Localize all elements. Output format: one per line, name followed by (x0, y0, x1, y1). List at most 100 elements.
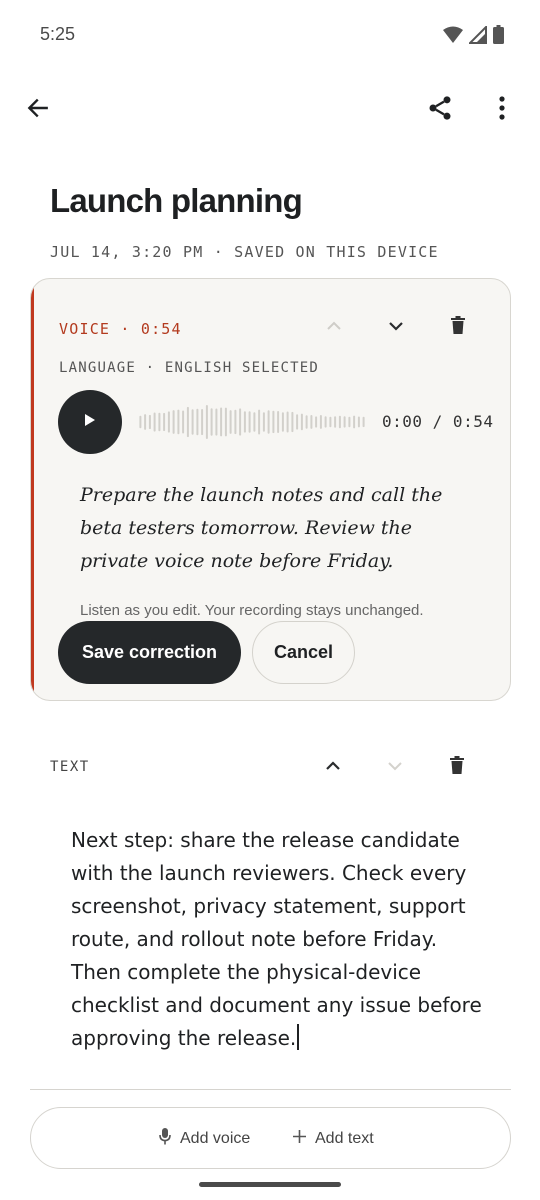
waveform-bar (229, 410, 232, 434)
wifi-icon (443, 26, 463, 49)
play-button[interactable] (58, 390, 122, 454)
waveform-bar (210, 408, 213, 436)
share-icon (426, 94, 454, 127)
waveform-bar (148, 414, 151, 430)
waveform-bar (300, 413, 303, 431)
waveform-bar (239, 408, 242, 436)
delete-voice-button[interactable] (440, 309, 476, 345)
audio-waveform[interactable] (138, 403, 366, 441)
plus-icon (293, 1130, 306, 1148)
chevron-up-icon (325, 758, 341, 776)
delete-text-button[interactable] (439, 749, 475, 785)
text-block-label: TEXT (50, 759, 90, 775)
waveform-bar (224, 407, 227, 437)
add-text-label: Add text (315, 1130, 374, 1147)
waveform-bar (248, 411, 251, 433)
waveform-bar (167, 411, 170, 433)
waveform-bar (205, 405, 208, 439)
waveform-bar (286, 411, 289, 433)
language-selector[interactable]: LANGUAGE · ENGLISH SELECTED (59, 360, 319, 376)
add-voice-button[interactable]: Add voice (159, 1108, 250, 1170)
save-correction-button[interactable]: Save correction (58, 621, 241, 684)
cancel-button[interactable]: Cancel (252, 621, 355, 684)
cellular-signal-icon (467, 24, 487, 49)
more-options-button[interactable] (478, 86, 526, 134)
text-move-down-button[interactable] (377, 749, 413, 785)
text-block-content: Next step: share the release candidate w… (71, 828, 482, 1050)
chevron-up-icon (326, 318, 342, 336)
status-bar: 5:25 (0, 0, 540, 68)
waveform-bar (348, 416, 351, 428)
waveform-bar (362, 416, 365, 428)
back-button[interactable] (14, 86, 62, 134)
waveform-bar (315, 416, 318, 428)
waveform-bar (258, 409, 261, 435)
transcript-editor[interactable]: Prepare the launch notes and call the be… (80, 479, 480, 578)
waveform-bar (177, 409, 180, 435)
move-up-button[interactable] (316, 309, 352, 345)
chevron-down-icon (387, 758, 403, 776)
waveform-bar (234, 409, 237, 435)
trash-icon (450, 755, 464, 779)
waveform-bar (144, 414, 147, 430)
note-title[interactable]: Launch planning (50, 182, 303, 220)
waveform-bar (281, 412, 284, 432)
microphone-icon (159, 1128, 171, 1150)
move-down-button[interactable] (378, 309, 414, 345)
waveform-bar (291, 411, 294, 433)
play-icon (84, 413, 96, 432)
waveform-bar (357, 416, 360, 428)
waveform-bar (296, 414, 299, 430)
text-move-up-button[interactable] (315, 749, 351, 785)
waveform-bar (310, 415, 313, 429)
top-app-bar (0, 80, 540, 140)
waveform-bar (267, 410, 270, 434)
share-button[interactable] (416, 86, 464, 134)
add-block-bar: Add voice Add text (30, 1107, 511, 1169)
waveform-bar (343, 416, 346, 428)
waveform-bar (196, 408, 199, 436)
battery-icon (493, 25, 504, 49)
waveform-bar (172, 410, 175, 434)
waveform-bar (153, 412, 156, 432)
playback-time: 0:00 / 0:54 (382, 412, 494, 431)
waveform-bar (253, 412, 256, 432)
waveform-bar (338, 415, 341, 429)
waveform-bar (191, 409, 194, 435)
gesture-nav-handle[interactable] (199, 1182, 341, 1187)
waveform-bar (319, 415, 322, 429)
waveform-bar (334, 416, 337, 428)
voice-block-card: VOICE · 0:54 LANGUAGE · ENGLISH SELECTED… (30, 278, 511, 701)
note-meta: JUL 14, 3:20 PM · SAVED ON THIS DEVICE (50, 243, 439, 261)
voice-card-accent-bar (31, 279, 34, 700)
chevron-down-icon (388, 318, 404, 336)
status-time: 5:25 (40, 24, 76, 44)
edit-hint: Listen as you edit. Your recording stays… (80, 602, 424, 619)
add-text-button[interactable]: Add text (293, 1108, 374, 1170)
waveform-bar (201, 409, 204, 436)
waveform-bar (139, 415, 142, 429)
waveform-bar (353, 415, 356, 429)
text-block-editor[interactable]: Next step: share the release candidate w… (71, 824, 491, 1055)
arrow-back-icon (25, 95, 51, 126)
waveform-bar (186, 406, 189, 438)
waveform-bar (215, 408, 218, 436)
voice-block-label: VOICE · 0:54 (59, 320, 182, 338)
waveform-bar (163, 412, 166, 432)
text-cursor (297, 1024, 300, 1050)
waveform-bar (158, 412, 161, 432)
waveform-bar (220, 407, 223, 437)
waveform-bar (243, 411, 246, 433)
more-vert-icon (498, 95, 506, 125)
status-icons (443, 24, 504, 49)
divider (30, 1089, 511, 1090)
trash-icon (451, 315, 465, 339)
waveform-bar (272, 410, 275, 434)
waveform-bar (262, 412, 265, 432)
waveform-bar (324, 416, 327, 428)
waveform-bar (182, 410, 185, 434)
add-voice-label: Add voice (180, 1130, 251, 1147)
waveform-bar (329, 416, 332, 428)
waveform-bar (277, 411, 280, 433)
waveform-bar (305, 415, 308, 429)
